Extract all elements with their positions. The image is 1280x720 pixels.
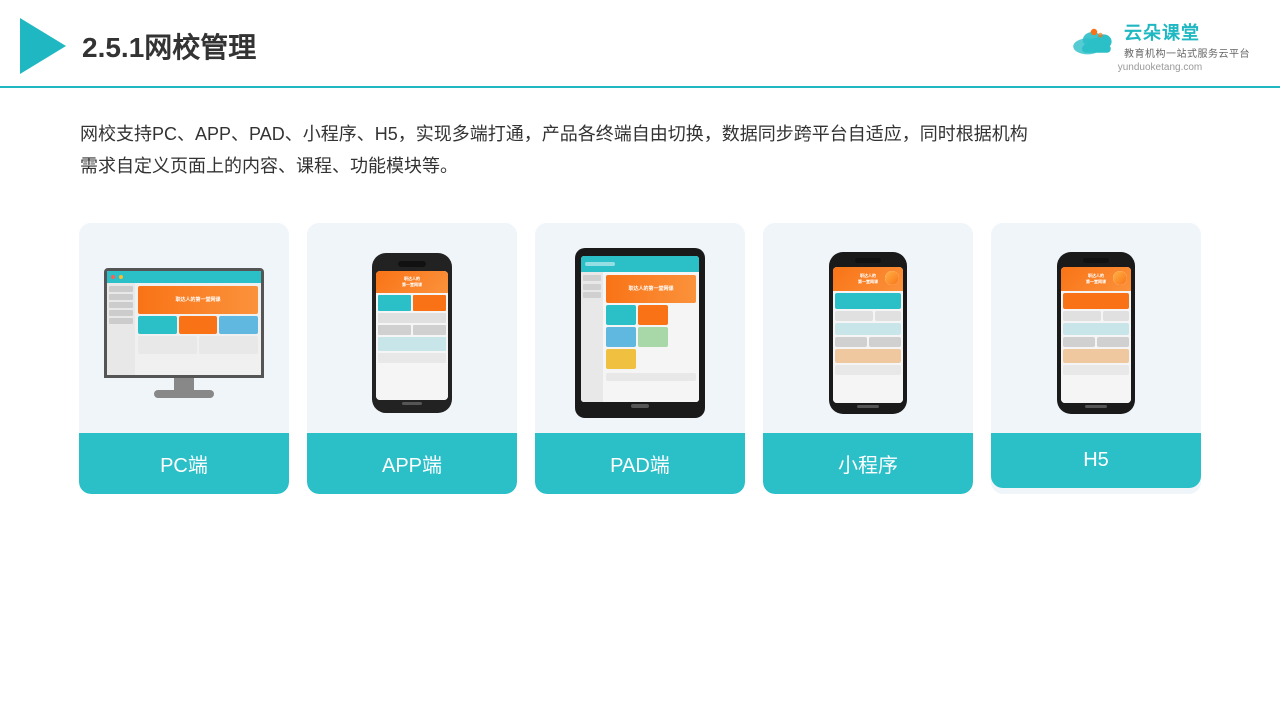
logo-triangle-icon [20, 18, 66, 74]
card-pad: 职达人的第一堂网课 [535, 223, 745, 494]
card-pad-image: 职达人的第一堂网课 [535, 223, 745, 433]
smartphone-mockup-h5: 职达人的第一堂网课 [1057, 252, 1135, 414]
card-pc-label: PC端 [79, 433, 289, 494]
card-miniprogram: 职达人的第一堂网课 [763, 223, 973, 494]
card-h5-image: 职达人的第一堂网课 [991, 223, 1201, 433]
header: 2.5.1网校管理 云朵课堂 教育机构一站式服务云平台 yunduoketang… [0, 0, 1280, 88]
tablet-mockup-pad: 职达人的第一堂网课 [575, 248, 705, 418]
card-miniprogram-label: 小程序 [763, 433, 973, 494]
card-app-image: 职达人的第一堂网课 [307, 223, 517, 433]
description-text: 网校支持PC、APP、PAD、小程序、H5，实现多端打通，产品各终端自由切换，数… [0, 88, 1280, 203]
brand-tagline: 教育机构一站式服务云平台 [1124, 45, 1250, 60]
card-pc: 职达人的第一堂网课 [79, 223, 289, 494]
card-h5: 职达人的第一堂网课 [991, 223, 1201, 494]
card-h5-label: H5 [991, 433, 1201, 488]
brand-text: 云朵课堂 教育机构一站式服务云平台 [1124, 19, 1250, 60]
page-title: 2.5.1网校管理 [82, 26, 256, 66]
pc-monitor-icon: 职达人的第一堂网课 [94, 268, 274, 398]
brand-url: yunduoketang.com [1118, 62, 1203, 73]
cloud-icon [1070, 24, 1118, 56]
brand-logo: 云朵课堂 教育机构一站式服务云平台 [1070, 19, 1250, 60]
cards-section: 职达人的第一堂网课 [0, 203, 1280, 514]
card-pad-label: PAD端 [535, 433, 745, 494]
card-app: 职达人的第一堂网课 [307, 223, 517, 494]
phone-mockup-app: 职达人的第一堂网课 [372, 253, 452, 413]
description-paragraph: 网校支持PC、APP、PAD、小程序、H5，实现多端打通，产品各终端自由切换，数… [80, 118, 1200, 183]
header-right: 云朵课堂 教育机构一站式服务云平台 yunduoketang.com [1070, 19, 1250, 73]
card-miniprogram-image: 职达人的第一堂网课 [763, 223, 973, 433]
card-app-label: APP端 [307, 433, 517, 494]
card-pc-image: 职达人的第一堂网课 [79, 223, 289, 433]
brand-name: 云朵课堂 [1124, 19, 1250, 45]
header-left: 2.5.1网校管理 [20, 18, 256, 74]
smartphone-mockup-miniprogram: 职达人的第一堂网课 [829, 252, 907, 414]
